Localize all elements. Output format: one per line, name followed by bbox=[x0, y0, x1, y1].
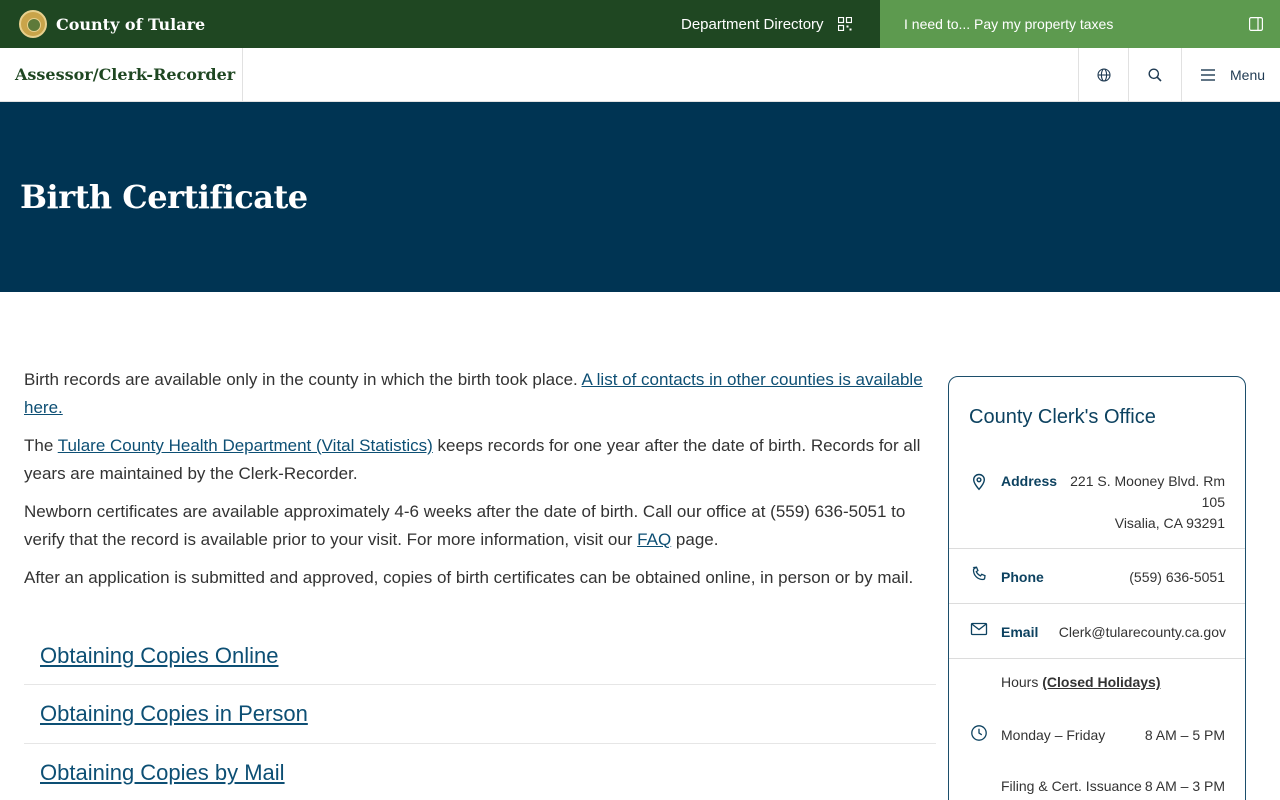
grid-icon bbox=[837, 17, 852, 31]
phone-row: Phone (559) 636-5051 bbox=[949, 549, 1245, 604]
paragraph-birth-records: Birth records are available only in the … bbox=[24, 370, 923, 417]
department-name-link[interactable]: Assessor/Clerk-Recorder bbox=[15, 48, 235, 101]
page-hero: Birth Certificate bbox=[0, 102, 1280, 292]
accordion-item[interactable]: Obtaining Copies by Mail bbox=[24, 744, 936, 800]
search-button[interactable] bbox=[1128, 48, 1181, 101]
county-name: County of Tulare bbox=[56, 14, 206, 34]
contact-card-title: County Clerk's Office bbox=[969, 406, 1156, 428]
address-value: 221 S. Mooney Blvd. Rm 105 Visalia, CA 9… bbox=[1070, 473, 1225, 531]
search-icon bbox=[1148, 68, 1162, 82]
hours-weekday-label: Monday – Friday bbox=[1001, 727, 1106, 743]
header-divider bbox=[242, 48, 243, 101]
accordion-item[interactable]: Obtaining Copies Online bbox=[24, 628, 936, 685]
email-value[interactable]: Clerk@tularecounty.ca.gov bbox=[1059, 622, 1226, 643]
i-need-to-label: I need to... Pay my property taxes bbox=[904, 16, 1114, 32]
top-bar: County of Tulare Department Directory I … bbox=[0, 0, 1280, 48]
i-need-to-button[interactable]: I need to... Pay my property taxes bbox=[880, 0, 1280, 48]
hours-filing-value: 8 AM – 3 PM bbox=[1144, 778, 1225, 794]
department-directory-button[interactable]: Department Directory bbox=[681, 0, 852, 48]
department-directory-label: Department Directory bbox=[681, 15, 824, 33]
faq-link[interactable]: FAQ bbox=[637, 530, 671, 549]
address-label: Address bbox=[1001, 473, 1058, 489]
address-row: Address 221 S. Mooney Blvd. Rm 105 Visal… bbox=[949, 467, 1245, 549]
obtaining-copies-in-person-link[interactable]: Obtaining Copies in Person bbox=[40, 701, 308, 727]
hours-filing-label: Filing & Cert. Issuance bbox=[1001, 778, 1142, 794]
hours-heading: Hours (Closed Holidays) bbox=[1001, 674, 1161, 690]
language-button[interactable] bbox=[1078, 48, 1128, 101]
department-header: Assessor/Clerk-Recorder Menu bbox=[0, 48, 1280, 102]
paragraph-application: After an application is submitted and ap… bbox=[24, 568, 914, 587]
clock-icon bbox=[971, 725, 987, 741]
contact-card: County Clerk's Office Address 221 S. Moo… bbox=[948, 376, 1246, 800]
phone-value[interactable]: (559) 636-5051 bbox=[1129, 567, 1225, 588]
paragraph-newborn: Newborn certificates are available appro… bbox=[24, 502, 906, 549]
hamburger-icon bbox=[1201, 68, 1215, 81]
email-row: Email Clerk@tularecounty.ca.gov bbox=[949, 604, 1245, 659]
menu-label: Menu bbox=[1230, 66, 1266, 83]
health-department-link[interactable]: Tulare County Health Department (Vital S… bbox=[58, 436, 433, 455]
email-label: Email bbox=[1001, 624, 1039, 640]
paragraph-health-dept: The Tulare County Health Department (Vit… bbox=[24, 436, 921, 483]
main-content: Birth records are available only in the … bbox=[24, 366, 936, 602]
menu-button[interactable]: Menu bbox=[1181, 48, 1280, 101]
county-seal-logo bbox=[19, 10, 47, 38]
obtaining-copies-online-link[interactable]: Obtaining Copies Online bbox=[40, 643, 278, 669]
hours-weekday-value: 8 AM – 5 PM bbox=[1144, 727, 1225, 743]
globe-icon bbox=[1096, 67, 1111, 82]
obtaining-copies-accordion: Obtaining Copies Online Obtaining Copies… bbox=[24, 628, 936, 800]
accordion-item[interactable]: Obtaining Copies in Person bbox=[24, 685, 936, 744]
side-panel-icon bbox=[1249, 17, 1263, 31]
page-title: Birth Certificate bbox=[20, 178, 308, 216]
closed-holidays-link[interactable]: (Closed Holidays) bbox=[1042, 674, 1160, 690]
phone-label: Phone bbox=[1001, 569, 1044, 585]
location-pin-icon bbox=[972, 473, 986, 491]
phone-icon bbox=[972, 566, 986, 581]
mail-icon bbox=[970, 622, 988, 636]
obtaining-copies-by-mail-link[interactable]: Obtaining Copies by Mail bbox=[40, 760, 285, 786]
